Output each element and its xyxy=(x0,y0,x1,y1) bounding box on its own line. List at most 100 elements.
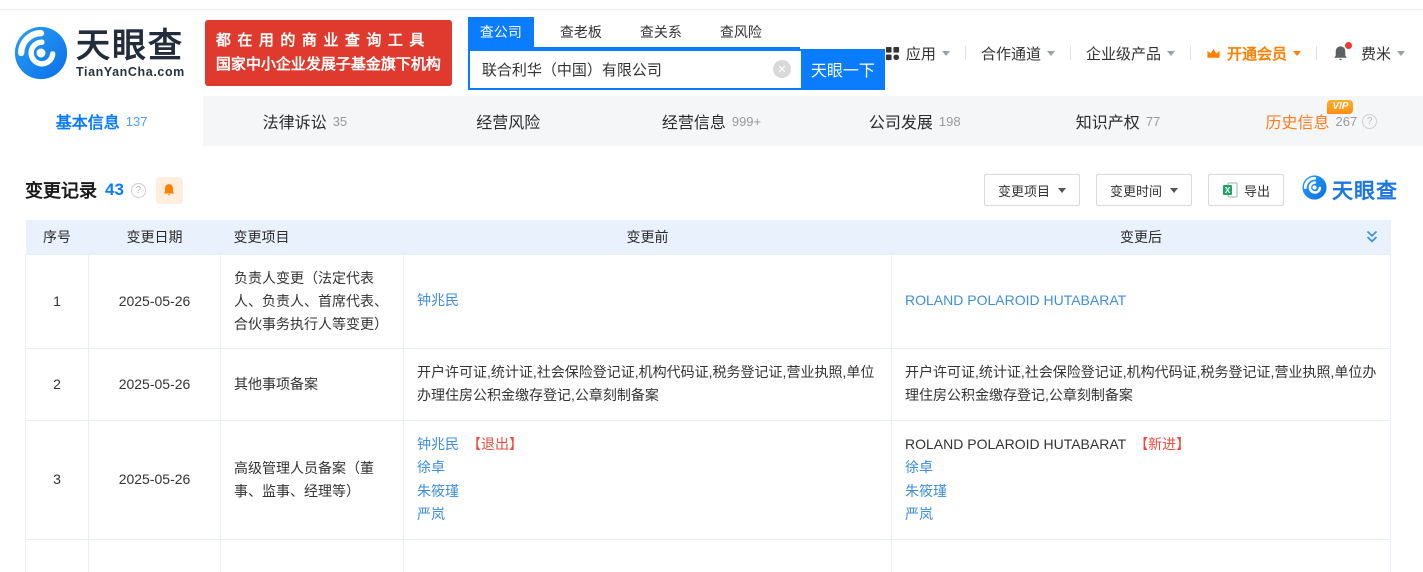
section-title: 变更记录 xyxy=(25,177,97,203)
filter-change-time-button[interactable]: 变更时间 xyxy=(1096,174,1192,206)
search-tab-3[interactable]: 查风险 xyxy=(708,17,774,47)
tianyancha-swirl-icon xyxy=(1302,175,1327,205)
cell-after: ROLAND POLAROID HUTABARAT【新进】徐卓朱筱瑾严岚 xyxy=(892,420,1391,539)
cell-no: 3 xyxy=(26,420,89,539)
bell-icon xyxy=(162,183,176,197)
brand-domain: TianYanCha.com xyxy=(76,65,185,79)
nav-tab-0[interactable]: 基本信息 137 xyxy=(0,96,203,146)
menu-user[interactable]: 费米 xyxy=(1361,43,1405,64)
change-text: 开户许可证,统计证,社会保险登记证,机构代码证,税务登记证,营业执照,单位办理住… xyxy=(905,364,1376,404)
change-entry-line: 严岚 xyxy=(417,503,878,527)
nav-tab-label: 知识产权 xyxy=(1076,109,1140,133)
notification-bell-icon[interactable] xyxy=(1332,45,1349,62)
help-icon[interactable]: ? xyxy=(131,183,146,198)
collapse-double-chevron-icon[interactable] xyxy=(1365,230,1379,247)
status-tag: 【退出】 xyxy=(467,436,523,452)
menu-open-vip[interactable]: 开通会员 xyxy=(1206,43,1301,64)
cell-before: 钟兆民 xyxy=(404,254,892,348)
tianyancha-watermark: 天眼查 xyxy=(1302,175,1398,205)
clear-search-icon[interactable]: ✕ xyxy=(773,60,791,78)
search-area: 查公司查老板查关系查风险 联合利华（中国）有限公司 ✕ 天眼一下 xyxy=(468,17,885,90)
nav-tab-label: 基本信息 xyxy=(56,109,120,133)
nav-tab-count: 198 xyxy=(939,114,961,129)
chevron-down-icon xyxy=(1293,51,1301,60)
top-strip xyxy=(0,0,1423,10)
cell-before: 钟兆民【退出】徐卓朱筱瑾严岚 xyxy=(404,420,892,539)
change-entry-line: 严岚 xyxy=(905,503,1377,527)
change-record-section-header: 变更记录 43 ? 变更项目 变更时间 X 导出 xyxy=(25,174,1398,206)
table-row-1: 12025-05-26负责人变更（法定代表人、负责人、首席代表、合伙事务执行人等… xyxy=(26,254,1391,348)
change-text: ROLAND POLAROID HUTABARAT xyxy=(905,436,1126,452)
slogan-line1: 都在用的商业查询工具 xyxy=(216,29,441,53)
help-icon[interactable]: ? xyxy=(1362,114,1377,129)
person-link[interactable]: 严岚 xyxy=(905,506,933,522)
search-tab-0[interactable]: 查公司 xyxy=(468,17,534,47)
menu-partner-channel[interactable]: 合作通道 xyxy=(981,43,1055,64)
export-button[interactable]: X 导出 xyxy=(1208,174,1284,206)
nav-tab-2[interactable]: 经营风险 xyxy=(407,96,610,146)
person-link[interactable]: 钟兆民 xyxy=(417,436,459,452)
cell-date: 2025-05-26 xyxy=(89,420,221,539)
cell-after: ROLAND POLAROID HUTABARAT xyxy=(892,254,1391,348)
apps-grid-icon xyxy=(885,46,900,61)
notification-dot xyxy=(1345,42,1352,49)
subscribe-bell-button[interactable] xyxy=(156,177,183,204)
col-header-after: 变更后 xyxy=(892,220,1391,254)
menu-apps[interactable]: 应用 xyxy=(885,43,950,64)
nav-tab-3[interactable]: 经营信息999+ xyxy=(610,96,813,146)
person-link[interactable]: 钟兆民 xyxy=(417,292,459,308)
change-entry-line: 钟兆民 xyxy=(417,289,878,313)
person-link[interactable]: 徐卓 xyxy=(905,459,933,475)
chevron-down-icon xyxy=(942,51,950,60)
search-button[interactable]: 天眼一下 xyxy=(801,49,885,90)
table-row-2: 22025-05-26其他事项备案开户许可证,统计证,社会保险登记证,机构代码证… xyxy=(26,348,1391,420)
person-link[interactable]: 徐卓 xyxy=(417,459,445,475)
chevron-down-icon xyxy=(1167,51,1175,60)
table-row-partial xyxy=(26,539,1391,572)
nav-tab-6[interactable]: 历史信息267?VIP xyxy=(1220,96,1423,146)
slogan-banner: 都在用的商业查询工具 国家中小企业发展子基金旗下机构 xyxy=(205,20,452,86)
menu-enterprise-products[interactable]: 企业级产品 xyxy=(1086,43,1175,64)
person-link[interactable]: 严岚 xyxy=(417,506,445,522)
col-header-date: 变更日期 xyxy=(89,220,221,254)
search-input-value: 联合利华（中国）有限公司 xyxy=(482,59,662,80)
tianyancha-swirl-icon xyxy=(14,26,68,80)
cell-date: 2025-05-26 xyxy=(89,254,221,348)
search-input[interactable]: 联合利华（中国）有限公司 ✕ xyxy=(468,49,801,90)
col-header-no: 序号 xyxy=(26,220,89,254)
change-entry-line: 朱筱瑾 xyxy=(905,480,1377,504)
person-link[interactable]: ROLAND POLAROID HUTABARAT xyxy=(905,292,1126,308)
search-tab-2[interactable]: 查关系 xyxy=(628,17,694,47)
cell-before: 开户许可证,统计证,社会保险登记证,机构代码证,税务登记证,营业执照,单位办理住… xyxy=(404,348,892,420)
nav-tab-5[interactable]: 知识产权 77 xyxy=(1016,96,1219,146)
brand-name: 天眼查 xyxy=(76,28,185,64)
table-header-row: 序号 变更日期 变更项目 变更前 变更后 xyxy=(26,220,1391,254)
chevron-down-icon xyxy=(1170,188,1178,197)
crown-icon xyxy=(1206,46,1221,61)
nav-tab-label: 历史信息 xyxy=(1265,109,1329,133)
col-header-item: 变更项目 xyxy=(221,220,404,254)
slogan-line2: 国家中小企业发展子基金旗下机构 xyxy=(216,53,441,77)
nav-tab-1[interactable]: 法律诉讼 35 xyxy=(203,96,406,146)
search-tab-1[interactable]: 查老板 xyxy=(548,17,614,47)
top-header: 天眼查 TianYanCha.com 都在用的商业查询工具 国家中小企业发展子基… xyxy=(0,10,1423,96)
chevron-down-icon xyxy=(1047,51,1055,60)
nav-tab-label: 经营风险 xyxy=(476,109,540,133)
nav-tab-label: 法律诉讼 xyxy=(263,109,327,133)
nav-tab-count: 137 xyxy=(126,114,148,129)
nav-tab-count: 77 xyxy=(1146,114,1160,129)
filter-change-project-button[interactable]: 变更项目 xyxy=(984,174,1080,206)
company-nav-tabs: 基本信息 137 法律诉讼 35 经营风险 经营信息999+公司发展198 知识产权 77 历史… xyxy=(0,96,1423,146)
tianyancha-logo[interactable]: 天眼查 TianYanCha.com xyxy=(14,26,185,80)
person-link[interactable]: 朱筱瑾 xyxy=(417,483,459,499)
nav-tab-count: 35 xyxy=(333,114,347,129)
cell-item: 负责人变更（法定代表人、负责人、首席代表、合伙事务执行人等变更） xyxy=(221,254,404,348)
change-entry-line: ROLAND POLAROID HUTABARAT xyxy=(905,289,1377,313)
change-entry-line: 开户许可证,统计证,社会保险登记证,机构代码证,税务登记证,营业执照,单位办理住… xyxy=(905,361,1377,408)
search-tabs: 查公司查老板查关系查风险 xyxy=(468,17,800,49)
change-entry-line: 朱筱瑾 xyxy=(417,480,878,504)
person-link[interactable]: 朱筱瑾 xyxy=(905,483,947,499)
nav-tab-4[interactable]: 公司发展198 xyxy=(813,96,1016,146)
table-row-3: 32025-05-26高级管理人员备案（董事、监事、经理等）钟兆民【退出】徐卓朱… xyxy=(26,420,1391,539)
watermark-text: 天眼查 xyxy=(1332,175,1398,205)
